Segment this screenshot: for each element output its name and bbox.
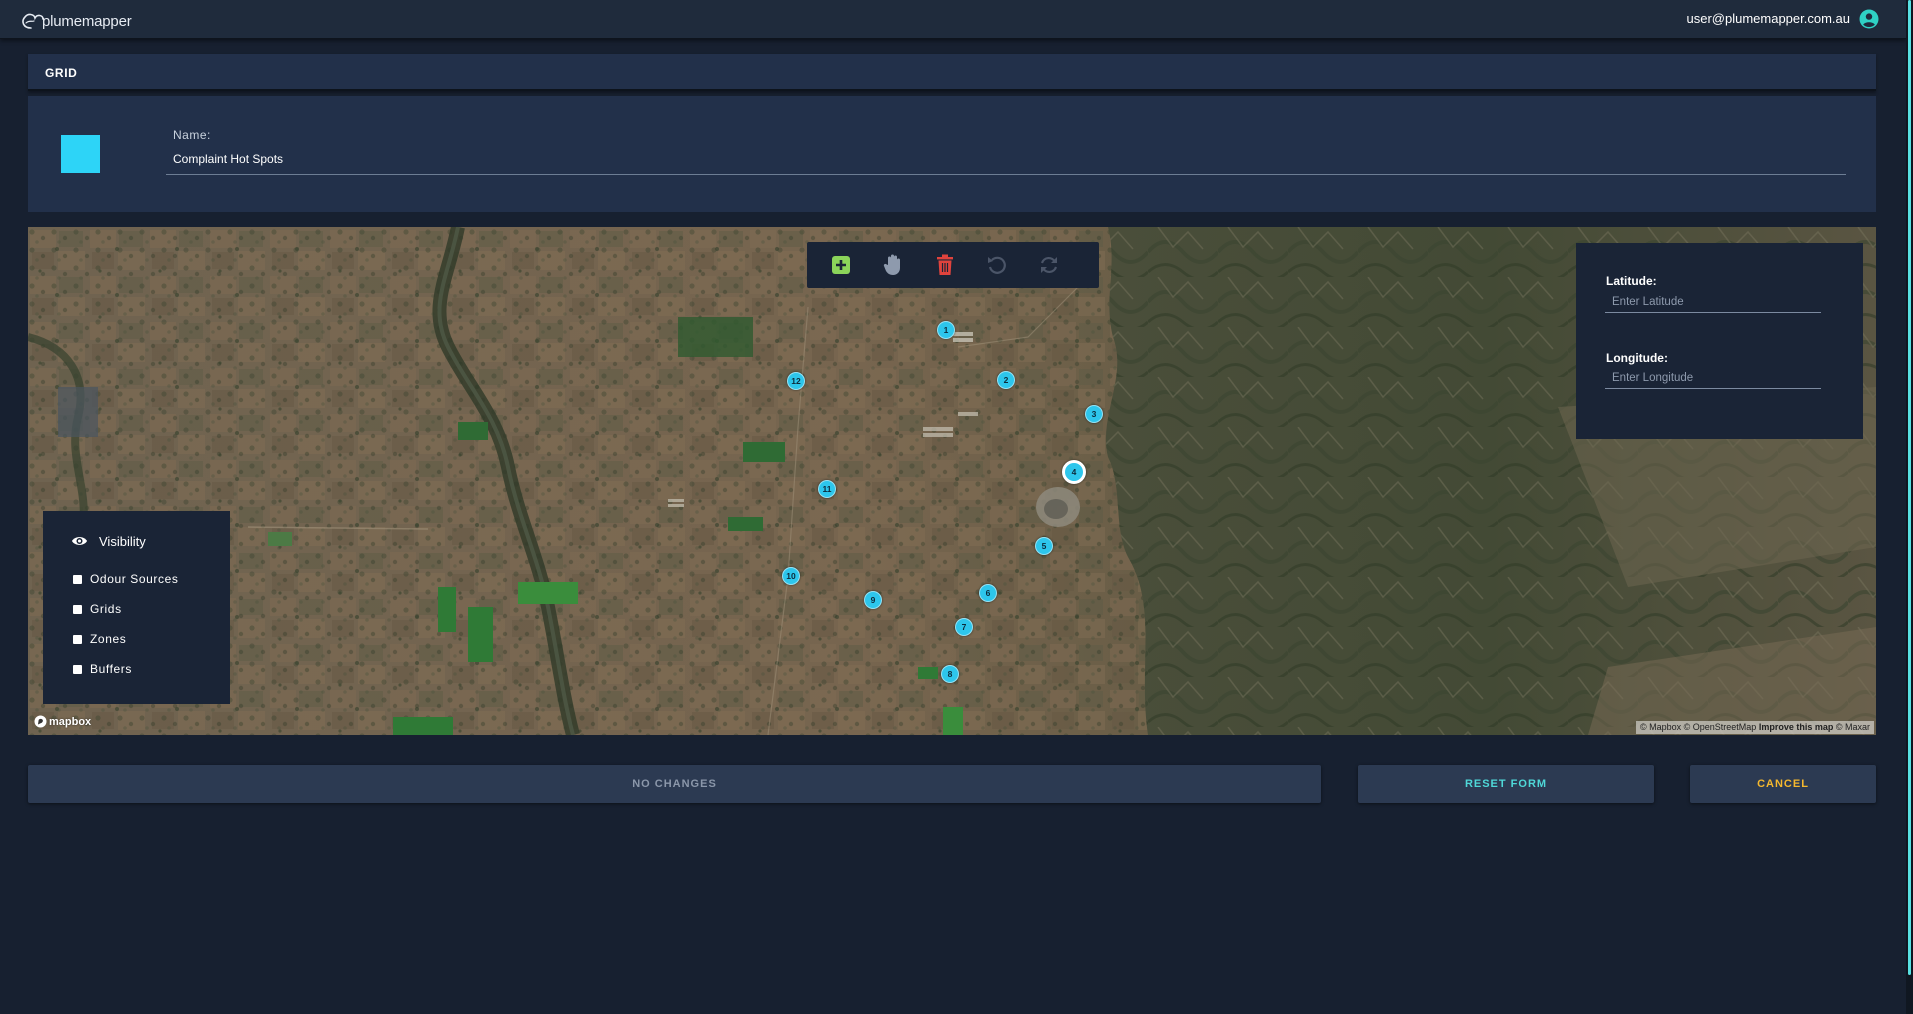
- add-point-button[interactable]: [829, 253, 853, 277]
- color-swatch[interactable]: [61, 135, 100, 173]
- undo-button[interactable]: [985, 253, 1009, 277]
- improve-map-link[interactable]: Improve this map: [1759, 722, 1834, 732]
- brand-name: plumemapper: [42, 12, 132, 30]
- map-marker[interactable]: 8: [941, 665, 959, 683]
- name-field-underline: [166, 174, 1846, 175]
- plus-square-icon: [832, 256, 850, 274]
- longitude-input[interactable]: [1605, 367, 1821, 389]
- attribution-suffix[interactable]: © Maxar: [1836, 722, 1870, 732]
- map-marker[interactable]: 10: [782, 567, 800, 585]
- checkbox[interactable]: [73, 604, 82, 614]
- map-marker[interactable]: 11: [818, 480, 836, 498]
- checkbox[interactable]: [73, 574, 82, 584]
- checkbox[interactable]: [73, 664, 82, 674]
- coordinate-panel: Latitude: Longitude:: [1576, 243, 1863, 439]
- name-field[interactable]: Complaint Hot Spots: [173, 152, 283, 166]
- visibility-option-label: Grids: [90, 602, 122, 616]
- mapbox-wordmark: mapbox: [49, 715, 92, 728]
- section-header: GRID: [28, 54, 1876, 91]
- satellite-map[interactable]: Latitude: Longitude: Visibility Odour So…: [28, 227, 1876, 735]
- refresh-icon: [1040, 256, 1058, 274]
- visibility-option-buffers[interactable]: Buffers: [73, 662, 132, 676]
- cancel-button[interactable]: CANCEL: [1690, 765, 1876, 803]
- map-marker[interactable]: 9: [864, 591, 882, 609]
- longitude-label: Longitude:: [1606, 351, 1668, 365]
- mapbox-icon: [34, 715, 47, 728]
- map-marker[interactable]: 5: [1035, 537, 1053, 555]
- latitude-input[interactable]: [1605, 291, 1821, 313]
- checkbox[interactable]: [73, 634, 82, 644]
- visibility-title: Visibility: [99, 534, 146, 549]
- draw-toolbar: [807, 242, 1099, 288]
- window-scrollbar[interactable]: [1906, 0, 1913, 1014]
- visibility-option-label: Buffers: [90, 662, 132, 676]
- map-marker-selected[interactable]: 4: [1062, 460, 1086, 484]
- map-marker[interactable]: 12: [787, 372, 805, 390]
- visibility-panel: Visibility Odour Sources Grids Zones Buf…: [43, 511, 230, 704]
- trash-icon: [937, 254, 953, 275]
- map-marker[interactable]: 2: [997, 371, 1015, 389]
- section-title: GRID: [45, 66, 78, 80]
- user-email[interactable]: user@plumemapper.com.au: [1687, 11, 1851, 26]
- map-attribution: © Mapbox © OpenStreetMap Improve this ma…: [1635, 721, 1874, 734]
- attribution-prefix[interactable]: © Mapbox © OpenStreetMap: [1640, 722, 1756, 732]
- brand-logo[interactable]: plumemapper: [20, 9, 132, 31]
- mapbox-logo[interactable]: mapbox: [34, 715, 91, 728]
- hand-icon: [883, 254, 900, 275]
- map-marker[interactable]: 3: [1085, 405, 1103, 423]
- name-label: Name:: [173, 128, 211, 142]
- undo-icon: [988, 256, 1006, 274]
- reset-form-button[interactable]: RESET FORM: [1358, 765, 1654, 803]
- no-changes-button[interactable]: NO CHANGES: [28, 765, 1321, 803]
- map-marker[interactable]: 6: [979, 584, 997, 602]
- eye-icon: [71, 537, 88, 545]
- visibility-option-zones[interactable]: Zones: [73, 632, 126, 646]
- latitude-label: Latitude:: [1606, 274, 1657, 288]
- redo-button[interactable]: [1037, 253, 1061, 277]
- delete-button[interactable]: [933, 253, 957, 277]
- visibility-option-odour-sources[interactable]: Odour Sources: [73, 572, 179, 586]
- account-icon[interactable]: [1859, 9, 1879, 29]
- grid-details-card: Name: Complaint Hot Spots: [28, 96, 1876, 212]
- pan-button[interactable]: [881, 253, 905, 277]
- map-marker[interactable]: 1: [937, 321, 955, 339]
- top-bar: plumemapper user@plumemapper.com.au: [0, 0, 1906, 39]
- visibility-option-grids[interactable]: Grids: [73, 602, 122, 616]
- visibility-option-label: Odour Sources: [90, 572, 179, 586]
- visibility-option-label: Zones: [90, 632, 127, 646]
- map-marker[interactable]: 7: [955, 618, 973, 636]
